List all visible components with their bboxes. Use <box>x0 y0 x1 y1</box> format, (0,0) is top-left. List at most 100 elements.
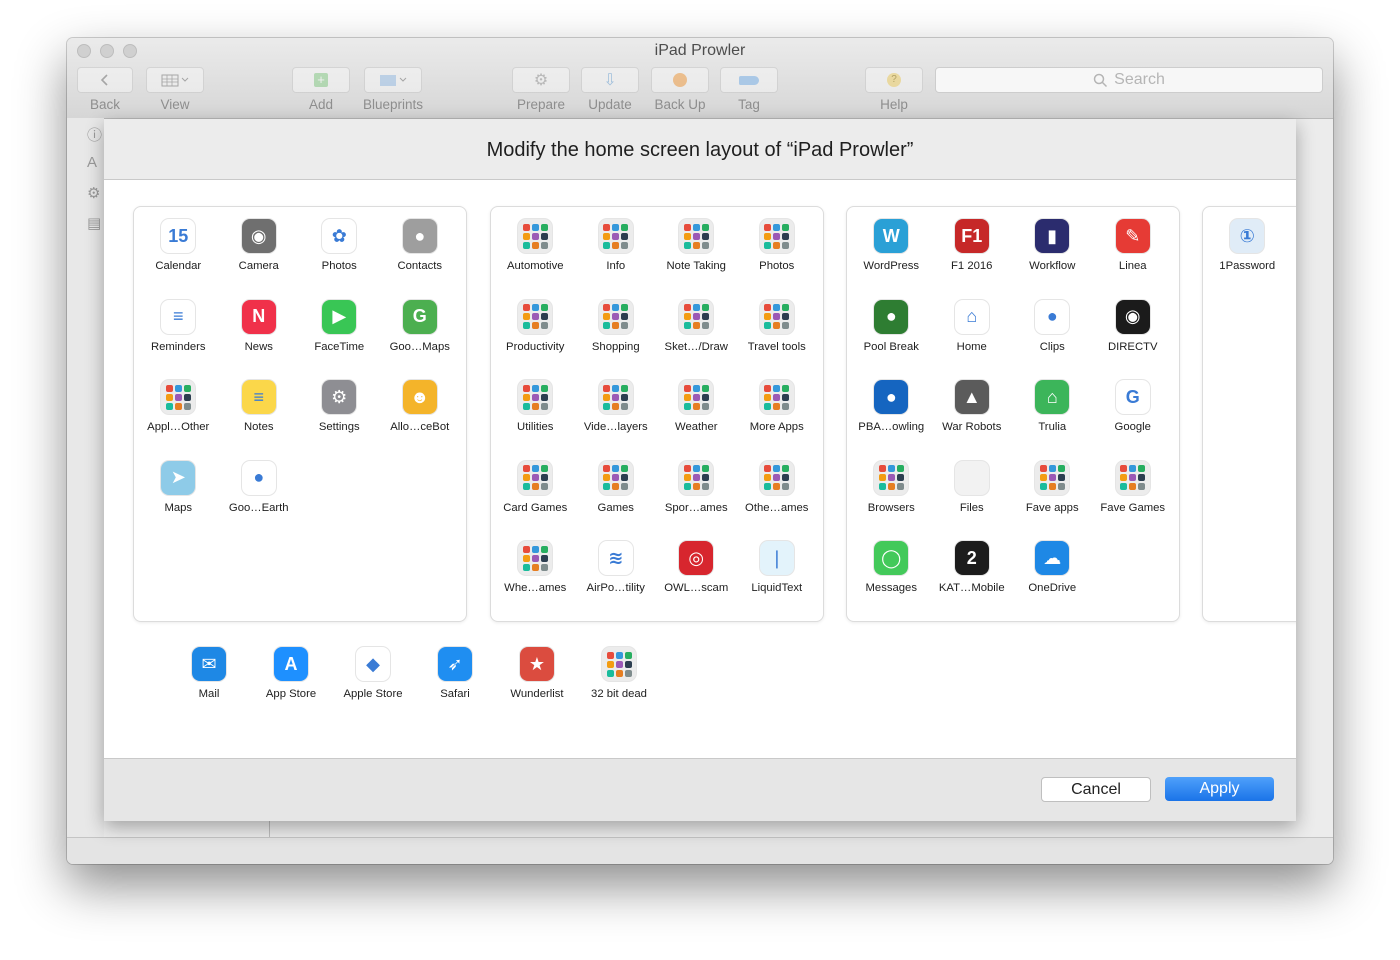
app-safari[interactable]: ➶ Safari <box>414 647 496 700</box>
toolbar-prepare[interactable]: ⚙ Prepare <box>511 67 571 112</box>
app-32-bit-dead[interactable]: 32 bit dead <box>578 647 660 700</box>
app-airpo-tility[interactable]: ≋ AirPo…tility <box>576 541 657 622</box>
clips-icon: ● <box>1035 299 1070 334</box>
app-settings[interactable]: ⚙ Settings <box>299 380 380 461</box>
app-automotive[interactable]: Automotive <box>495 219 576 300</box>
app-more-apps[interactable]: More Apps <box>737 380 818 461</box>
app-goo-maps[interactable]: G Goo…Maps <box>380 299 461 381</box>
app-owl-scam[interactable]: ◎ OWL…scam <box>656 541 737 622</box>
gear-icon[interactable]: ⚙ <box>87 184 103 202</box>
app-apple-store[interactable]: ◆ Apple Store <box>332 647 414 700</box>
app-workflow[interactable]: ▮ Workflow <box>1012 219 1093 300</box>
app-weather[interactable]: Weather <box>656 380 737 461</box>
app-notes[interactable]: ≡ Notes <box>219 380 300 461</box>
app-travel-tools[interactable]: Travel tools <box>737 299 818 381</box>
app-google[interactable]: G Google <box>1093 380 1174 461</box>
app-fave-apps[interactable]: Fave apps <box>1012 460 1093 542</box>
app-facetime[interactable]: ▶ FaceTime <box>299 299 380 381</box>
app-files[interactable]: Files <box>932 460 1013 542</box>
toolbar-blueprints[interactable]: Blueprints <box>357 67 429 112</box>
app-note-taking[interactable]: Note Taking <box>656 219 737 300</box>
home-page-2: Automotive Info Note Taking Photos Productiv… <box>490 206 824 622</box>
app-browsers[interactable]: Browsers <box>851 460 932 542</box>
app-contacts[interactable]: ● Contacts <box>380 219 461 300</box>
app-f1-2016[interactable]: F1 F1 2016 <box>932 219 1013 300</box>
toolbar-tag[interactable]: Tag <box>719 67 779 112</box>
toolbar-back[interactable]: Back <box>77 67 133 112</box>
app-reminders[interactable]: ≡ Reminders <box>138 299 219 381</box>
app-card-games[interactable]: Card Games <box>495 460 576 542</box>
app-clips[interactable]: ● Clips <box>1012 299 1093 381</box>
app-messages[interactable]: ◯ Messages <box>851 541 932 622</box>
app-label: Settings <box>318 421 360 433</box>
tag-icon <box>720 67 778 93</box>
app-label: War Robots <box>942 421 1002 433</box>
app-label: Calendar <box>155 260 202 272</box>
app-games[interactable]: Games <box>576 460 657 542</box>
app-onedrive[interactable]: ☁ OneDrive <box>1012 541 1093 622</box>
app-directv[interactable]: ◉ DIRECTV <box>1093 299 1174 381</box>
app-shopping[interactable]: Shopping <box>576 299 657 381</box>
app-kat-mobile[interactable]: 2 KAT…Mobile <box>932 541 1013 622</box>
folder-icon <box>679 299 714 334</box>
toolbar-add[interactable]: + Add <box>291 67 351 112</box>
app-sket-draw[interactable]: Sket…/Draw <box>656 299 737 381</box>
app-appl-other[interactable]: Appl…Other <box>138 380 219 461</box>
app-label: Home <box>956 340 987 353</box>
app-label: Messages <box>865 582 918 594</box>
app-allo-cebot[interactable]: ☻ Allo…ceBot <box>380 380 461 461</box>
folder-icon <box>602 647 636 681</box>
goo-maps-icon: G <box>402 299 437 334</box>
app-label: Whe…ames <box>504 582 567 594</box>
grid-view-icon <box>146 67 204 93</box>
app-label: Google <box>1114 421 1151 433</box>
folder-icon <box>679 460 714 495</box>
add-icon: + <box>292 67 350 93</box>
app-camera[interactable]: ◉ Camera <box>219 219 300 300</box>
toolbar-help[interactable]: ? Help <box>864 67 924 112</box>
app-goo-earth[interactable]: ● Goo…Earth <box>219 460 300 542</box>
app-label: Workflow <box>1029 260 1076 272</box>
app-productivity[interactable]: Productivity <box>495 299 576 381</box>
info-icon[interactable]: ⓘ <box>87 124 103 144</box>
app-photos[interactable]: Photos <box>737 219 818 300</box>
app-pool-break[interactable]: ● Pool Break <box>851 299 932 381</box>
app-label: App Store <box>265 688 317 700</box>
apply-button[interactable]: Apply <box>1165 777 1274 801</box>
app-fave-games[interactable]: Fave Games <box>1093 460 1174 542</box>
cancel-button[interactable]: Cancel <box>1041 777 1151 802</box>
app-othe-ames[interactable]: Othe…ames <box>737 460 818 542</box>
app-games[interactable]: +1Games <box>1288 219 1297 300</box>
app-spor-ames[interactable]: Spor…ames <box>656 460 737 542</box>
app-pba-owling[interactable]: ● PBA…owling <box>851 380 932 461</box>
app-liquidtext[interactable]: ❘ LiquidText <box>737 541 818 622</box>
app-app-store[interactable]: A App Store <box>250 647 332 700</box>
app-wordpress[interactable]: W WordPress <box>851 219 932 300</box>
app-mail[interactable]: ✉ Mail <box>168 647 250 700</box>
apps-icon[interactable]: A <box>87 154 103 171</box>
app-calendar[interactable]: 15 Calendar <box>138 219 219 300</box>
search-field[interactable]: Search <box>935 67 1323 93</box>
app-1password[interactable]: ① 1Password <box>1207 219 1288 300</box>
app-trulia[interactable]: ⌂ Trulia <box>1012 380 1093 461</box>
app-info[interactable]: Info <box>576 219 657 300</box>
app-home[interactable]: ⌂ Home <box>932 299 1013 381</box>
folder-icon <box>759 380 794 414</box>
workflow-icon: ▮ <box>1035 219 1070 253</box>
app-maps[interactable]: ➤ Maps <box>138 460 219 542</box>
app-vide-layers[interactable]: Vide…layers <box>576 380 657 461</box>
app-photos[interactable]: ✿ Photos <box>299 219 380 300</box>
document-icon[interactable]: ▤ <box>87 214 103 232</box>
app-whe-ames[interactable]: Whe…ames <box>495 541 576 622</box>
app-label: News <box>244 340 273 353</box>
app-linea[interactable]: ✎ Linea <box>1093 219 1174 300</box>
app-label: Weather <box>675 421 718 433</box>
app-news[interactable]: N News <box>219 299 300 381</box>
folder-icon <box>161 380 196 414</box>
app-utilities[interactable]: Utilities <box>495 380 576 461</box>
app-wunderlist[interactable]: ★ Wunderlist <box>496 647 578 700</box>
toolbar-view[interactable]: View <box>145 67 205 112</box>
toolbar-update[interactable]: ⇩ Update <box>580 67 640 112</box>
toolbar-backup[interactable]: Back Up <box>650 67 710 112</box>
app-war-robots[interactable]: ▲ War Robots <box>932 380 1013 461</box>
